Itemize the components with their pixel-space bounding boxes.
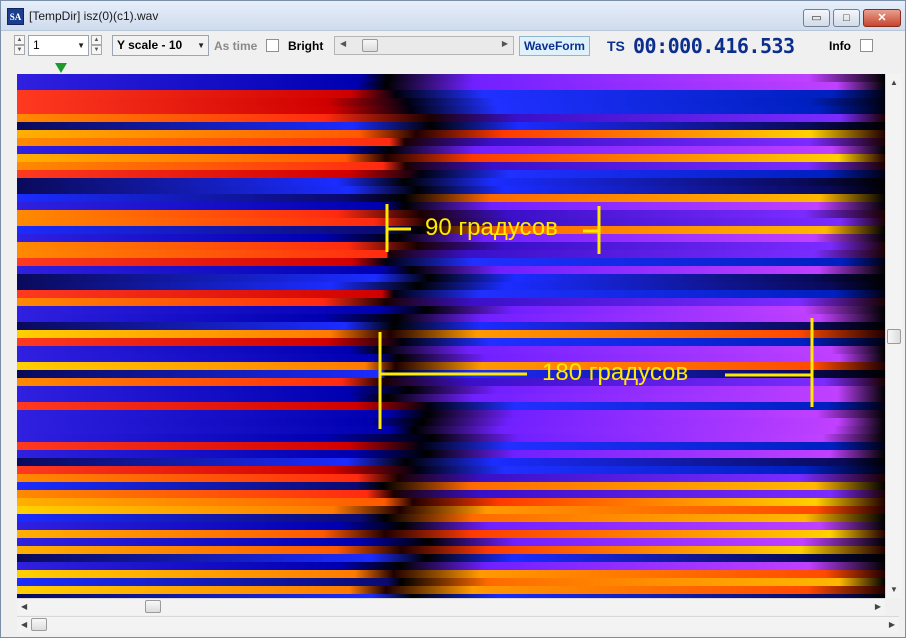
position-slider[interactable]: ◀ ▶ xyxy=(334,36,514,55)
spin-up-icon[interactable]: ▲ xyxy=(14,35,25,45)
scroll-down-icon[interactable]: ▼ xyxy=(890,585,898,594)
spin-down-icon[interactable]: ▼ xyxy=(14,45,25,55)
app-window: SA [TempDir] isz(0)(c1).wav ▭ □ ✕ ▲ ▼ 1 … xyxy=(0,0,906,638)
scroll-right-icon[interactable]: ▶ xyxy=(889,620,895,629)
bright-label: Bright xyxy=(288,39,324,53)
channel-spinner-2[interactable]: ▲ ▼ xyxy=(91,35,102,55)
as-time-label: As time xyxy=(214,39,258,53)
slider-right-arrow-icon[interactable]: ▶ xyxy=(502,39,508,48)
position-marker-icon[interactable] xyxy=(55,63,67,73)
yscale-select-value: Y scale - 10 xyxy=(117,38,183,52)
app-logo-icon: SA xyxy=(7,8,24,25)
close-button[interactable]: ✕ xyxy=(863,9,901,27)
title-bar: SA [TempDir] isz(0)(c1).wav ▭ □ ✕ xyxy=(1,1,905,31)
timestamp-display: 00:000.416.533 xyxy=(633,34,795,58)
channel-select-value: 1 xyxy=(33,38,40,52)
annotation-90-degrees: 90 градусов xyxy=(425,214,558,241)
chevron-down-icon: ▼ xyxy=(77,41,85,50)
vertical-scrollbar[interactable]: ▲ ▼ xyxy=(885,74,902,598)
spin-up-icon[interactable]: ▲ xyxy=(91,35,102,45)
scroll-left-icon[interactable]: ◀ xyxy=(21,602,27,611)
channel-select[interactable]: 1 ▼ xyxy=(28,35,89,56)
horizontal-scroll-thumb-secondary[interactable] xyxy=(31,618,47,631)
as-time-checkbox[interactable] xyxy=(266,39,279,52)
horizontal-scroll-thumb[interactable] xyxy=(145,600,161,613)
window-title: [TempDir] isz(0)(c1).wav xyxy=(29,9,159,23)
horizontal-scrollbar[interactable]: ◀ ▶ xyxy=(17,598,885,615)
scroll-left-icon[interactable]: ◀ xyxy=(21,620,27,629)
info-checkbox[interactable] xyxy=(860,39,873,52)
spin-down-icon[interactable]: ▼ xyxy=(91,45,102,55)
spectrogram-view[interactable]: 90 градусов 180 градусов xyxy=(17,74,885,598)
yscale-select[interactable]: Y scale - 10 ▼ xyxy=(112,35,209,56)
scroll-up-icon[interactable]: ▲ xyxy=(890,78,898,87)
slider-thumb[interactable] xyxy=(362,39,378,52)
chevron-down-icon: ▼ xyxy=(197,41,205,50)
info-label: Info xyxy=(829,39,851,53)
vertical-scroll-thumb[interactable] xyxy=(887,329,901,344)
channel-spinner[interactable]: ▲ ▼ xyxy=(14,35,25,55)
toolbar: ▲ ▼ 1 ▼ ▲ ▼ Y scale - 10 ▼ As time Brigh… xyxy=(1,31,905,61)
time-ruler[interactable] xyxy=(17,61,889,74)
annotation-180-degrees: 180 градусов xyxy=(542,359,689,386)
annotation-overlay xyxy=(378,204,814,429)
minimize-button[interactable]: ▭ xyxy=(803,9,830,27)
waveform-button[interactable]: WaveForm xyxy=(519,36,590,56)
scroll-right-icon[interactable]: ▶ xyxy=(875,602,881,611)
horizontal-scrollbar-secondary[interactable]: ◀ ▶ xyxy=(17,616,899,633)
maximize-button[interactable]: □ xyxy=(833,9,860,27)
slider-left-arrow-icon[interactable]: ◀ xyxy=(340,39,346,48)
ts-label: TS xyxy=(607,38,625,54)
